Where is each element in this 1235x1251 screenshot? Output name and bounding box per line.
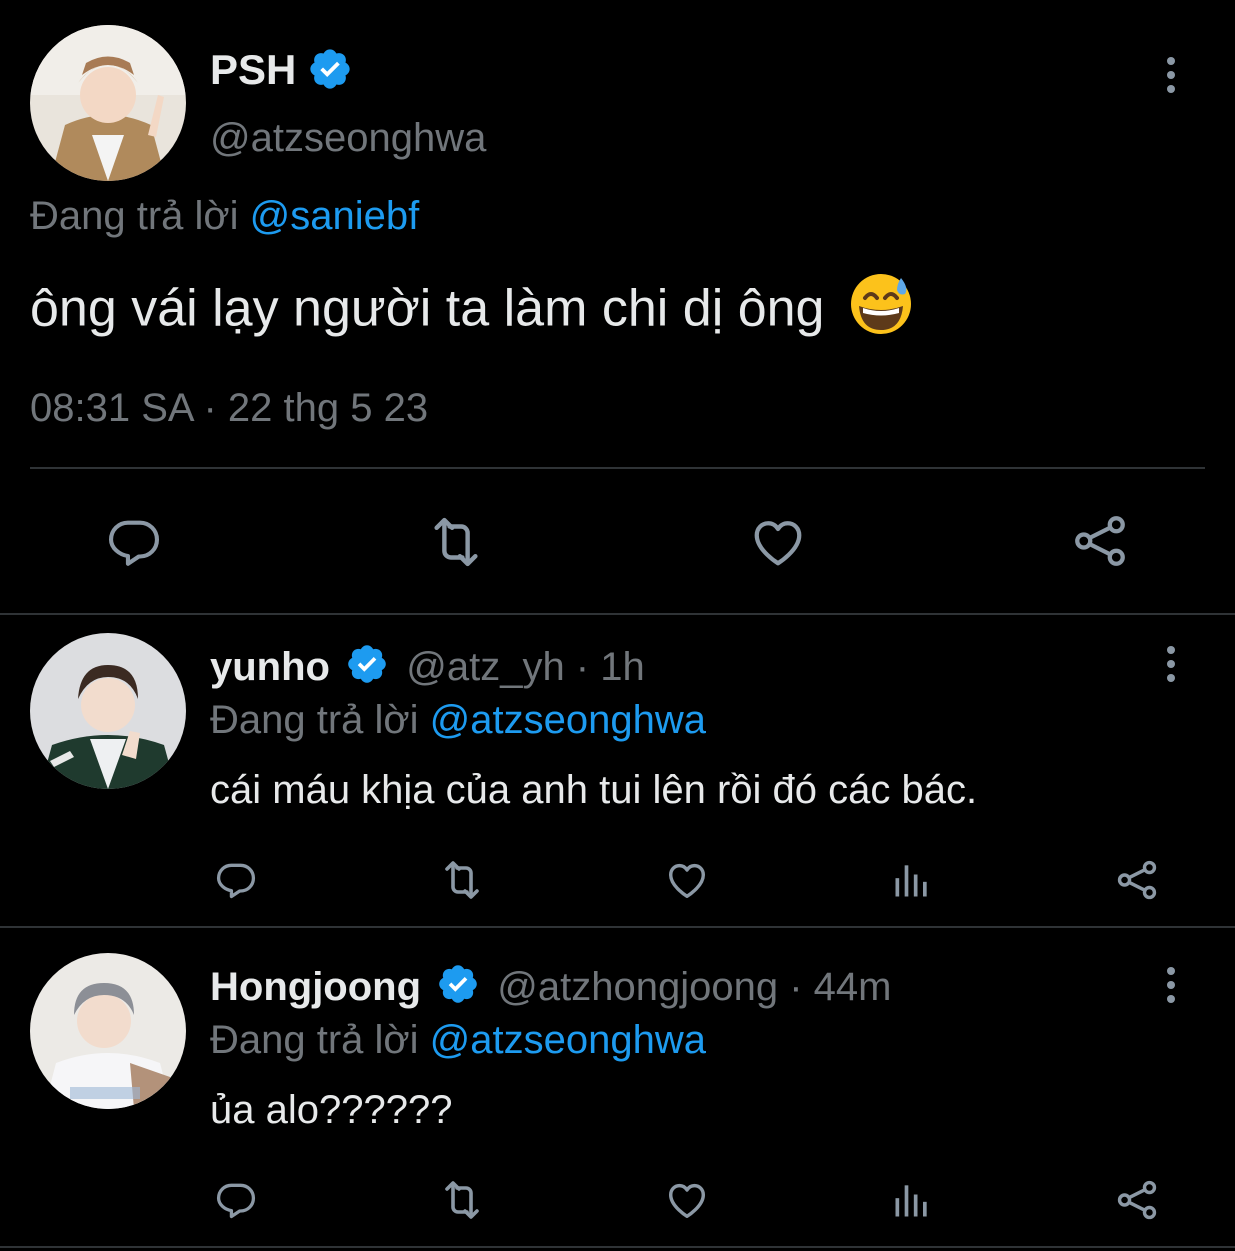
- avatar[interactable]: [30, 25, 186, 181]
- tweet-text: ủa alo??????: [210, 1088, 453, 1132]
- author-name[interactable]: yunho: [210, 645, 330, 689]
- avatar[interactable]: [30, 953, 186, 1109]
- tweet-text: ông vái lạy người ta làm chi dị ông: [30, 279, 825, 338]
- avatar[interactable]: [30, 633, 186, 789]
- like-heart-icon[interactable]: [664, 857, 710, 903]
- reply-context: Đang trả lời @atzseonghwa: [210, 1018, 706, 1063]
- more-options-icon[interactable]: [1165, 967, 1177, 1009]
- share-icon[interactable]: [1070, 511, 1130, 571]
- verified-badge-icon: [436, 962, 480, 1017]
- verified-badge-icon: [345, 642, 389, 697]
- reply-context: Đang trả lời @atzseonghwa: [210, 698, 706, 743]
- tweet-text: cái máu khịa của anh tui lên rồi đó các …: [210, 768, 978, 812]
- more-options-icon[interactable]: [1165, 57, 1177, 99]
- like-heart-icon[interactable]: [748, 512, 808, 572]
- reply-icon[interactable]: [214, 858, 258, 902]
- divider: [0, 613, 1235, 615]
- divider: [0, 926, 1235, 928]
- reply-context: Đang trả lời @saniebf: [30, 194, 419, 239]
- author-name[interactable]: PSH: [210, 46, 296, 93]
- share-icon[interactable]: [1114, 857, 1160, 903]
- retweet-icon[interactable]: [438, 856, 486, 904]
- retweet-icon[interactable]: [438, 1176, 486, 1224]
- verified-badge-icon: [307, 46, 353, 114]
- handle-time[interactable]: @atzhongjoong · 44m: [497, 965, 891, 1009]
- share-icon[interactable]: [1114, 1177, 1160, 1223]
- handle[interactable]: @atzseonghwa: [210, 116, 486, 161]
- grinning-face-with-sweat-icon: [849, 272, 913, 352]
- divider: [30, 467, 1205, 469]
- reply-prefix: Đang trả lời: [210, 698, 419, 742]
- timestamp: 08:31 SA · 22 thg 5 23: [30, 386, 429, 430]
- views-analytics-icon[interactable]: [890, 858, 934, 902]
- reply-prefix: Đang trả lời: [30, 194, 239, 238]
- author-name[interactable]: Hongjoong: [210, 965, 421, 1009]
- reply-to-link[interactable]: @saniebf: [250, 194, 420, 238]
- retweet-icon[interactable]: [425, 511, 487, 573]
- tweet-text-row: ông vái lạy người ta làm chi dị ông: [30, 272, 913, 352]
- more-options-icon[interactable]: [1165, 646, 1177, 688]
- reply-to-link[interactable]: @atzseonghwa: [430, 1018, 706, 1062]
- views-analytics-icon[interactable]: [890, 1178, 934, 1222]
- divider: [0, 1246, 1235, 1248]
- reply-prefix: Đang trả lời: [210, 1018, 419, 1062]
- handle-time[interactable]: @atz_yh · 1h: [406, 645, 645, 689]
- reply-to-link[interactable]: @atzseonghwa: [430, 698, 706, 742]
- reply-icon[interactable]: [105, 513, 163, 571]
- reply-icon[interactable]: [214, 1178, 258, 1222]
- like-heart-icon[interactable]: [664, 1177, 710, 1223]
